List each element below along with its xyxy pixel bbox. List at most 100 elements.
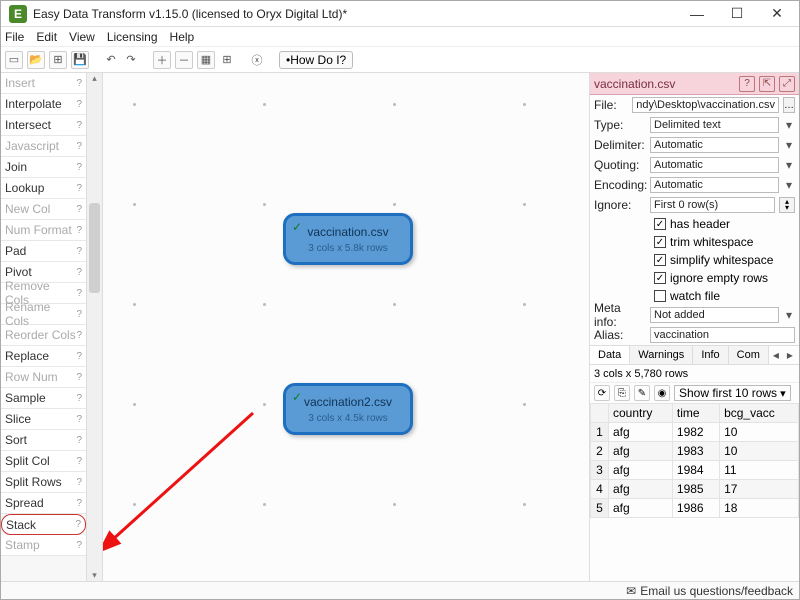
- tab-data[interactable]: Data: [590, 346, 630, 364]
- transform-pad[interactable]: Pad?: [1, 241, 86, 262]
- menu-help[interactable]: Help: [170, 30, 195, 44]
- copy-icon[interactable]: ⎘: [614, 385, 630, 401]
- option-simplify-whitespace[interactable]: ✓simplify whitespace: [590, 251, 799, 269]
- alias-field[interactable]: vaccination: [650, 327, 795, 343]
- help-icon[interactable]: ?: [76, 477, 82, 488]
- checkbox-icon[interactable]: [654, 290, 666, 302]
- transform-interpolate[interactable]: Interpolate?: [1, 94, 86, 115]
- refresh-icon[interactable]: ⟳: [594, 385, 610, 401]
- tabs-scroll-right-icon[interactable]: ▸: [783, 346, 797, 364]
- transform-num-format[interactable]: Num Format?: [1, 220, 86, 241]
- help-icon[interactable]: ?: [76, 456, 82, 467]
- ignore-field[interactable]: First 0 row(s): [650, 197, 775, 213]
- help-icon[interactable]: ?: [76, 309, 82, 320]
- zoom-in-icon[interactable]: ＋: [153, 51, 171, 69]
- column-header[interactable]: bcg_vacc: [720, 404, 799, 423]
- transform-slice[interactable]: Slice?: [1, 409, 86, 430]
- tab-comments[interactable]: Com: [729, 346, 769, 364]
- help-icon[interactable]: ?: [76, 204, 82, 215]
- help-icon[interactable]: ?: [75, 519, 81, 530]
- maximize-button[interactable]: ☐: [717, 5, 757, 22]
- transform-split-rows[interactable]: Split Rows?: [1, 472, 86, 493]
- option-ignore-empty-rows[interactable]: ✓ignore empty rows: [590, 269, 799, 287]
- new-file-icon[interactable]: ▭: [5, 51, 23, 69]
- transform-spread[interactable]: Spread?: [1, 493, 86, 514]
- type-select[interactable]: Delimited text: [650, 117, 779, 133]
- redo-icon[interactable]: ↷: [123, 51, 139, 69]
- menu-file[interactable]: File: [5, 30, 24, 44]
- table-row[interactable]: 2afg198310: [591, 442, 799, 461]
- expand-icon[interactable]: ⤢: [779, 76, 795, 92]
- cancel-run-icon[interactable]: ⓧ: [249, 51, 265, 69]
- help-icon[interactable]: ?: [76, 414, 82, 425]
- ignore-stepper[interactable]: ▴▾: [779, 197, 795, 213]
- table-row[interactable]: 1afg198210: [591, 423, 799, 442]
- help-icon[interactable]: ?: [76, 183, 82, 194]
- help-icon[interactable]: ?: [76, 540, 82, 551]
- transform-split-col[interactable]: Split Col?: [1, 451, 86, 472]
- edit-icon[interactable]: ✎: [634, 385, 650, 401]
- transform-stack[interactable]: Stack?: [1, 514, 86, 535]
- save-icon[interactable]: 💾: [71, 51, 89, 69]
- tab-warnings[interactable]: Warnings: [630, 346, 693, 364]
- mail-icon[interactable]: ✉: [626, 584, 636, 598]
- help-icon[interactable]: ?: [76, 162, 82, 173]
- dropdown-icon[interactable]: ▾: [783, 138, 795, 152]
- table-row[interactable]: 3afg198411: [591, 461, 799, 480]
- help-icon[interactable]: ?: [76, 225, 82, 236]
- add-folder-icon[interactable]: ⊞: [49, 51, 67, 69]
- help-icon[interactable]: ?: [76, 99, 82, 110]
- transform-rename-cols[interactable]: Rename Cols?: [1, 304, 86, 325]
- close-button[interactable]: ✕: [757, 5, 797, 22]
- scrollbar-up-icon[interactable]: ▴: [87, 73, 102, 84]
- transform-lookup[interactable]: Lookup?: [1, 178, 86, 199]
- dropdown-icon[interactable]: ▾: [783, 308, 795, 322]
- help-icon[interactable]: ?: [76, 498, 82, 509]
- help-icon[interactable]: ?: [76, 267, 82, 278]
- transform-stamp[interactable]: Stamp?: [1, 535, 86, 556]
- transform-join[interactable]: Join?: [1, 157, 86, 178]
- feedback-link[interactable]: Email us questions/feedback: [640, 584, 793, 598]
- scrollbar-down-icon[interactable]: ▾: [87, 570, 102, 581]
- canvas-node[interactable]: ✓vaccination2.csv3 cols x 4.5k rows: [283, 383, 413, 435]
- checkbox-icon[interactable]: ✓: [654, 218, 666, 230]
- menu-edit[interactable]: Edit: [36, 30, 57, 44]
- help-icon[interactable]: ?: [76, 372, 82, 383]
- transform-new-col[interactable]: New Col?: [1, 199, 86, 220]
- column-header[interactable]: [591, 404, 609, 423]
- help-icon[interactable]: ?: [76, 435, 82, 446]
- menu-licensing[interactable]: Licensing: [107, 30, 158, 44]
- transform-sort[interactable]: Sort?: [1, 430, 86, 451]
- canvas[interactable]: ✓vaccination.csv3 cols x 5.8k rows✓vacci…: [103, 73, 589, 581]
- toggle-grid-icon[interactable]: ⊞: [219, 51, 235, 69]
- quoting-select[interactable]: Automatic: [650, 157, 779, 173]
- help-icon[interactable]: ?: [76, 246, 82, 257]
- how-do-i-button[interactable]: •How Do I?: [279, 51, 353, 69]
- transform-row-num[interactable]: Row Num?: [1, 367, 86, 388]
- file-browse-button[interactable]: …: [783, 97, 795, 113]
- transform-reorder-cols[interactable]: Reorder Cols?: [1, 325, 86, 346]
- show-rows-select[interactable]: Show first 10 rows ▾: [674, 385, 791, 401]
- checkbox-icon[interactable]: ✓: [654, 272, 666, 284]
- link-icon[interactable]: ⇱: [759, 76, 775, 92]
- help-icon[interactable]: ?: [76, 288, 82, 299]
- option-trim-whitespace[interactable]: ✓trim whitespace: [590, 233, 799, 251]
- sidebar-scrollbar[interactable]: ▴ ▾: [87, 73, 103, 581]
- transform-sample[interactable]: Sample?: [1, 388, 86, 409]
- encoding-select[interactable]: Automatic: [650, 177, 779, 193]
- metainfo-select[interactable]: Not added: [650, 307, 779, 323]
- help-icon[interactable]: ?: [76, 393, 82, 404]
- checkbox-icon[interactable]: ✓: [654, 236, 666, 248]
- tabs-scroll-left-icon[interactable]: ◂: [769, 346, 783, 364]
- transform-javascript[interactable]: Javascript?: [1, 136, 86, 157]
- dropdown-icon[interactable]: ▾: [783, 158, 795, 172]
- delimiter-select[interactable]: Automatic: [650, 137, 779, 153]
- zoom-fit-icon[interactable]: ▦: [197, 51, 215, 69]
- table-row[interactable]: 5afg198618: [591, 499, 799, 518]
- open-folder-icon[interactable]: 📂: [27, 51, 45, 69]
- zoom-out-icon[interactable]: －: [175, 51, 193, 69]
- minimize-button[interactable]: —: [677, 6, 717, 22]
- checkbox-icon[interactable]: ✓: [654, 254, 666, 266]
- transform-replace[interactable]: Replace?: [1, 346, 86, 367]
- transform-intersect[interactable]: Intersect?: [1, 115, 86, 136]
